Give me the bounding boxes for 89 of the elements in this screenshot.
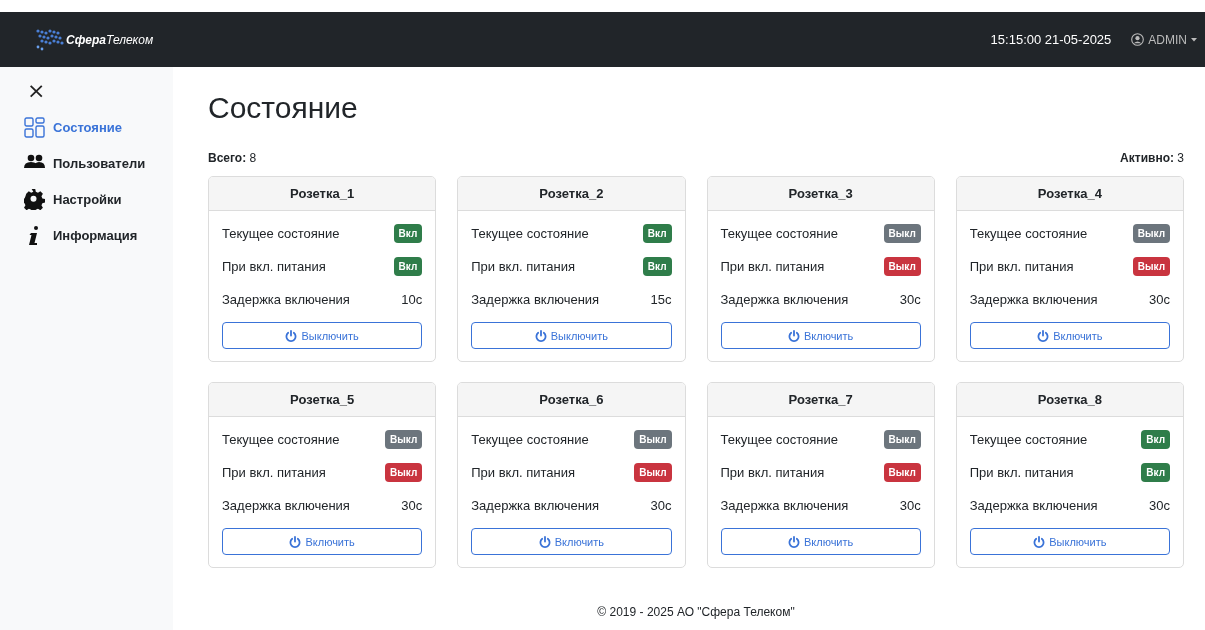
- status-badge: Выкл: [634, 430, 672, 449]
- sidebar-item[interactable]: Настройки: [24, 181, 122, 217]
- status-badge: Вкл: [393, 257, 423, 276]
- delay-value: 15с: [650, 292, 672, 307]
- power-icon: [534, 329, 547, 342]
- sidebar-item[interactable]: Пользователи: [24, 145, 146, 181]
- status-badge: Выкл: [385, 430, 423, 449]
- power-button[interactable]: Выключить: [222, 322, 423, 349]
- row-label: Задержка включения: [969, 292, 1098, 307]
- status-badge: Выкл: [883, 224, 921, 243]
- active-count-text: Активно: 3: [1120, 151, 1184, 165]
- power-button[interactable]: Выключить: [969, 528, 1170, 555]
- delay-value: 30с: [899, 498, 921, 513]
- row-label: Текущее состояние: [969, 226, 1088, 241]
- power-button[interactable]: Включить: [471, 528, 672, 555]
- grid-icon: [24, 116, 45, 138]
- power-button[interactable]: Выключить: [471, 322, 672, 349]
- delay-value: 30с: [650, 498, 672, 513]
- status-badge: Выкл: [1132, 224, 1170, 243]
- sidebar-item[interactable]: Состояние: [24, 109, 122, 145]
- power-icon: [285, 329, 298, 342]
- datetime-text: 15:15:00 21-05-2025: [990, 32, 1112, 47]
- row-label: При вкл. питания: [471, 465, 576, 480]
- card-title: Розетка_4: [956, 177, 1183, 211]
- power-icon: [538, 535, 551, 548]
- close-button[interactable]: ×: [27, 81, 46, 101]
- power-button[interactable]: Включить: [720, 528, 921, 555]
- status-badge: Выкл: [883, 257, 921, 276]
- power-icon: [787, 329, 800, 342]
- card-title: Розетка_6: [458, 383, 685, 417]
- total-count-text: Всего: 8: [208, 151, 257, 165]
- delay-value: 30с: [401, 498, 423, 513]
- row-label: Задержка включения: [969, 498, 1098, 513]
- delay-value: 30с: [1149, 292, 1170, 307]
- row-label: Текущее состояние: [222, 432, 340, 447]
- row-label: Задержка включения: [222, 292, 350, 307]
- power-icon: [1033, 535, 1046, 548]
- row-label: Задержка включения: [471, 292, 600, 307]
- card-title: Розетка_7: [707, 383, 934, 417]
- row-label: Текущее состояние: [720, 432, 839, 447]
- footer-text: © 2019 - 2025 АО "Сфера Телеком": [596, 605, 796, 619]
- caret-icon: [1191, 37, 1197, 42]
- power-icon: [1037, 329, 1050, 342]
- gear-icon: [24, 188, 45, 210]
- row-label: Текущее состояние: [720, 226, 839, 241]
- status-badge: Выкл: [634, 463, 672, 482]
- user-menu-button[interactable]: ADMIN: [1131, 32, 1197, 47]
- status-badge: Вкл: [1141, 430, 1170, 449]
- card-title: Розетка_1: [209, 177, 436, 211]
- row-label: Текущее состояние: [471, 432, 589, 447]
- info-icon: [29, 225, 39, 245]
- row-label: Задержка включения: [720, 498, 849, 513]
- card-title: Розетка_5: [209, 383, 436, 417]
- delay-value: 30с: [1149, 498, 1170, 513]
- row-label: При вкл. питания: [222, 465, 326, 480]
- status-badge: Вкл: [642, 257, 672, 276]
- power-icon: [787, 535, 800, 548]
- row-label: При вкл. питания: [222, 259, 326, 274]
- power-button[interactable]: Включить: [969, 322, 1170, 349]
- page-title: Состояние: [208, 91, 359, 125]
- status-badge: Вкл: [393, 224, 423, 243]
- status-badge: Вкл: [1141, 463, 1170, 482]
- card-title: Розетка_8: [956, 383, 1183, 417]
- sidebar-item[interactable]: Информация: [24, 217, 138, 253]
- delay-value: 10с: [401, 292, 423, 307]
- status-badge: Выкл: [1132, 257, 1170, 276]
- power-button[interactable]: Включить: [720, 322, 921, 349]
- status-badge: Выкл: [883, 430, 921, 449]
- row-label: Текущее состояние: [471, 226, 589, 241]
- power-button[interactable]: Включить: [222, 528, 423, 555]
- card-title: Розетка_3: [707, 177, 934, 211]
- status-badge: Выкл: [385, 463, 423, 482]
- row-label: При вкл. питания: [969, 465, 1074, 480]
- row-label: При вкл. питания: [720, 259, 825, 274]
- row-label: Текущее состояние: [222, 226, 340, 241]
- row-label: Задержка включения: [222, 498, 350, 513]
- row-label: Текущее состояние: [969, 432, 1088, 447]
- delay-value: 30с: [899, 292, 921, 307]
- row-label: Задержка включения: [471, 498, 600, 513]
- status-badge: Выкл: [883, 463, 921, 482]
- row-label: При вкл. питания: [471, 259, 576, 274]
- row-label: Задержка включения: [720, 292, 849, 307]
- row-label: При вкл. питания: [969, 259, 1074, 274]
- status-badge: Вкл: [642, 224, 672, 243]
- logo-text: СфераТелеком: [66, 32, 154, 47]
- power-icon: [289, 535, 302, 548]
- row-label: При вкл. питания: [720, 465, 825, 480]
- user-icon: [1131, 33, 1145, 46]
- card-title: Розетка_2: [458, 177, 685, 211]
